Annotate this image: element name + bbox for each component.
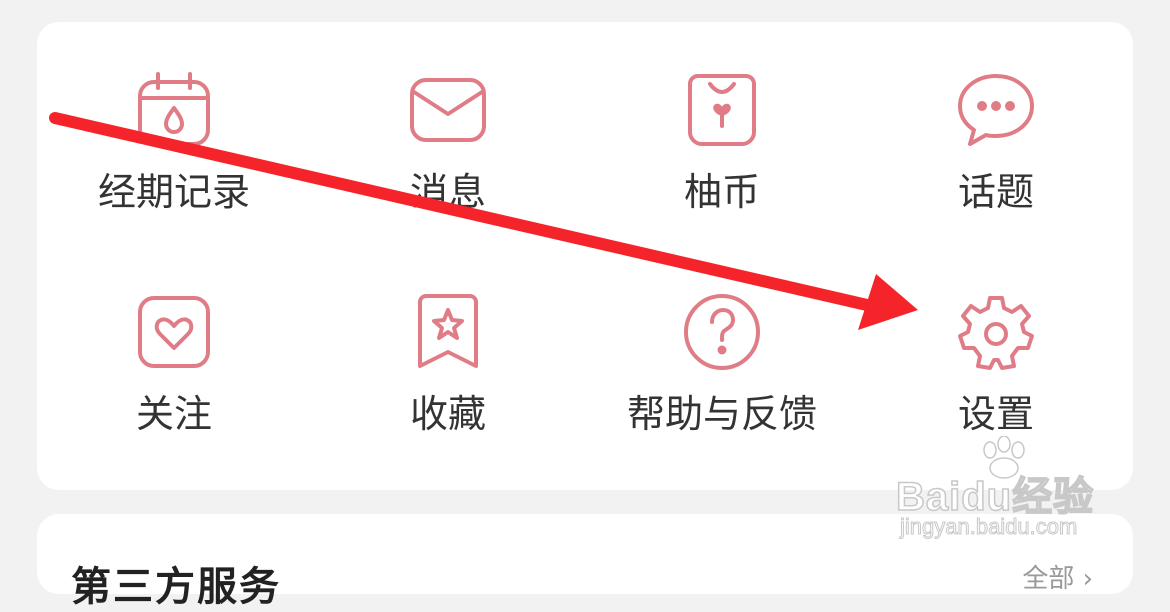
menu-item-topics[interactable]: 话题 (859, 22, 1133, 222)
menu-item-settings[interactable]: 设置 (859, 244, 1133, 444)
menu-item-messages[interactable]: 消息 (311, 22, 585, 222)
heart-icon (134, 292, 214, 372)
menu-grid: 经期记录 消息 柚币 话题 关注 收藏 帮助与反馈 设置 (37, 22, 1133, 490)
menu-item-label: 收藏 (409, 392, 486, 436)
calendar-drop-icon (134, 70, 214, 150)
chat-bubble-icon (956, 70, 1036, 150)
menu-item-label: 关注 (135, 392, 212, 436)
menu-item-help-feedback[interactable]: 帮助与反馈 (585, 244, 859, 444)
menu-item-coins[interactable]: 柚币 (585, 22, 859, 222)
star-bookmark-icon (408, 292, 488, 372)
envelope-icon (408, 70, 488, 150)
menu-item-favorites[interactable]: 收藏 (311, 244, 585, 444)
section-title: 第三方服务 (71, 564, 281, 610)
third-party-services-card: 第三方服务 全部 › (37, 514, 1133, 610)
menu-card: 经期记录 消息 柚币 话题 关注 收藏 帮助与反馈 设置 (37, 22, 1133, 490)
coin-bag-icon (682, 70, 762, 150)
menu-item-label: 设置 (957, 392, 1034, 436)
gear-icon (956, 292, 1036, 372)
menu-item-label: 话题 (957, 170, 1034, 214)
menu-item-period-record[interactable]: 经期记录 (37, 22, 311, 222)
menu-item-label: 消息 (409, 170, 486, 214)
help-icon (682, 292, 762, 372)
menu-item-label: 柚币 (683, 170, 760, 214)
menu-item-follow[interactable]: 关注 (37, 244, 311, 444)
view-all-link[interactable]: 全部 › (1022, 558, 1093, 595)
menu-item-label: 帮助与反馈 (626, 392, 817, 436)
menu-item-label: 经期记录 (97, 170, 250, 214)
